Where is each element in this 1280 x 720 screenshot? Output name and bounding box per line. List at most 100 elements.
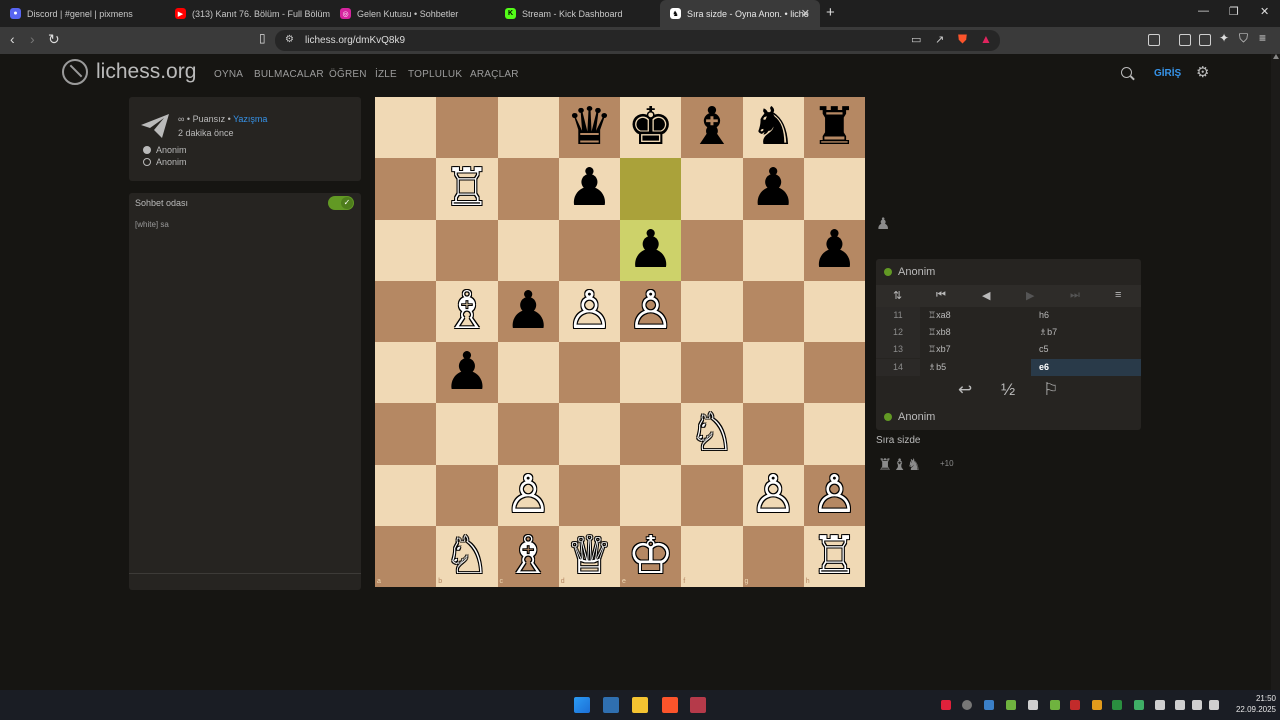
square-b2[interactable] (436, 464, 498, 526)
bookmark-icon[interactable]: ▯ (259, 31, 266, 45)
piece-h2[interactable]: ♙ (804, 465, 865, 526)
piece-b4[interactable]: ♟ (436, 342, 497, 403)
square-g6[interactable] (742, 219, 804, 281)
square-f7[interactable] (681, 158, 743, 220)
square-a7[interactable] (375, 158, 437, 220)
battery-icon[interactable] (1209, 700, 1219, 710)
square-a8[interactable] (375, 97, 437, 159)
address-bar[interactable]: ⚙ lichess.org/dmKvQ8k9 ▭ ↗ ⛊ ▲ (275, 30, 1000, 51)
search-icon[interactable] (1121, 67, 1132, 78)
piece-d5[interactable]: ♙ (559, 281, 620, 342)
piece-b7[interactable]: ♖ (436, 158, 497, 219)
move-white[interactable]: ♖xa8 (928, 307, 951, 324)
menu-icon[interactable]: ≡ (1259, 31, 1266, 45)
square-b3[interactable] (436, 403, 498, 465)
piece-d7[interactable]: ♟ (559, 158, 620, 219)
piece-b5[interactable]: ♗ (436, 281, 497, 342)
square-f4[interactable] (681, 342, 743, 404)
tray-app-icon[interactable] (962, 700, 972, 710)
move-white[interactable]: ♖xb8 (928, 324, 951, 341)
close-window-button[interactable]: ✕ (1260, 5, 1269, 18)
square-a5[interactable] (375, 280, 437, 342)
move-white[interactable]: ♖xb7 (928, 341, 951, 358)
piece-e5[interactable]: ♙ (620, 281, 681, 342)
tray-app-icon[interactable] (1134, 700, 1144, 710)
volume-icon[interactable] (1192, 700, 1202, 710)
gear-icon[interactable]: ⚙ (1196, 63, 1209, 81)
reload-icon[interactable]: ↻ (48, 31, 60, 48)
system-clock[interactable]: 21:50 22.09.2025 (1226, 693, 1276, 715)
brave-rewards-icon[interactable]: ▲ (980, 32, 992, 46)
back-icon[interactable]: ‹ (10, 31, 15, 47)
sidebar-icon[interactable] (1179, 34, 1191, 46)
nvidia-icon[interactable] (1006, 700, 1016, 710)
maximize-button[interactable]: ❐ (1229, 5, 1239, 18)
square-c8[interactable] (497, 97, 559, 159)
network-icon[interactable] (1175, 700, 1185, 710)
square-g1[interactable] (742, 525, 804, 587)
tray-app-icon[interactable] (1112, 700, 1122, 710)
piece-c2[interactable]: ♙ (498, 465, 559, 526)
piece-f3[interactable]: ♘ (681, 403, 742, 464)
square-c3[interactable] (497, 403, 559, 465)
square-g4[interactable] (742, 342, 804, 404)
prev-move-icon[interactable]: ◀ (982, 289, 990, 302)
scroll-up-icon[interactable] (1273, 54, 1279, 59)
square-a6[interactable] (375, 219, 437, 281)
square-c7[interactable] (497, 158, 559, 220)
extensions-icon[interactable] (1148, 34, 1160, 46)
move-black[interactable]: ♗b7 (1031, 324, 1141, 341)
square-g3[interactable] (742, 403, 804, 465)
piece-e6[interactable]: ♟ (620, 220, 681, 281)
lichess-app-icon[interactable] (690, 697, 706, 713)
move-white[interactable]: ♗b5 (928, 359, 946, 376)
menu-icon[interactable]: ≡ (1115, 289, 1121, 301)
piece-d1[interactable]: ♕ (559, 526, 620, 587)
browser-tab-kick[interactable]: K Stream - Kick Dashboard (495, 0, 660, 27)
square-f5[interactable] (681, 280, 743, 342)
game-player-white[interactable]: Anonim (143, 145, 187, 155)
piece-d8[interactable]: ♛ (559, 97, 620, 158)
windows-start-icon[interactable] (574, 697, 590, 713)
minimize-button[interactable]: — (1198, 5, 1209, 17)
lichess-logo[interactable]: lichess.org (62, 59, 196, 85)
browser-tab-discord[interactable]: ● Discord | #genel | pixmens (0, 0, 165, 27)
square-h4[interactable] (803, 342, 865, 404)
piece-e1[interactable]: ♔ (620, 526, 681, 587)
nav-learn[interactable]: ÖĞREN (329, 69, 367, 80)
brave-shield-icon[interactable]: ⛊ (958, 32, 967, 47)
nav-community[interactable]: TOPLULUK (408, 69, 462, 80)
piece-c1[interactable]: ♗ (498, 526, 559, 587)
chat-toggle[interactable]: ✓ (328, 196, 354, 210)
move-black[interactable]: c5 (1031, 341, 1141, 358)
cast-icon[interactable]: ▭ (911, 33, 921, 46)
new-tab-button[interactable]: + (826, 4, 835, 21)
vpn-icon[interactable]: ⛉ (1239, 31, 1248, 46)
nav-puzzles[interactable]: BULMACALAR (254, 69, 324, 80)
piece-c5[interactable]: ♟ (498, 281, 559, 342)
square-a2[interactable] (375, 464, 437, 526)
square-f2[interactable] (681, 464, 743, 526)
wallet-icon[interactable] (1199, 34, 1211, 46)
piece-e8[interactable]: ♚ (620, 97, 681, 158)
tray-app-icon[interactable] (1092, 700, 1102, 710)
game-player-black[interactable]: Anonim (143, 157, 187, 167)
square-a4[interactable] (375, 342, 437, 404)
piece-h8[interactable]: ♜ (804, 97, 865, 158)
square-e3[interactable] (620, 403, 682, 465)
square-f6[interactable] (681, 219, 743, 281)
browser-tab-instagram[interactable]: ◎ Gelen Kutusu • Sohbetler (330, 0, 495, 27)
game-mode-link[interactable]: Yazışma (233, 114, 267, 124)
bottom-player[interactable]: Anonim (884, 411, 935, 423)
flip-board-icon[interactable]: ⇅ (893, 289, 902, 302)
move-black-current[interactable]: e6 (1031, 359, 1141, 376)
square-b8[interactable] (436, 97, 498, 159)
last-move-icon[interactable]: ⏭ (1070, 289, 1080, 302)
chess-board[interactable]: a b c d e f g h 8 7 6 5 4 3 2 1 ♛ ♚ ♝ ♞ ♜ ♖ ♟ ♟ ♟ ♟ ♗ ♟ ♙ ♙ ♟ ♘ ♙ ♙ ♙ ♘ ♗ ♕ ♔ ♖ (375, 97, 865, 587)
browser-tab-youtube[interactable]: ▶ (313) Kanıt 76. Bölüm - Full Bölüm - (165, 0, 330, 27)
piece-f8[interactable]: ♝ (681, 97, 742, 158)
square-h3[interactable] (803, 403, 865, 465)
share-icon[interactable]: ↗ (935, 33, 944, 46)
nav-watch[interactable]: İZLE (375, 69, 397, 80)
square-g5[interactable] (742, 280, 804, 342)
